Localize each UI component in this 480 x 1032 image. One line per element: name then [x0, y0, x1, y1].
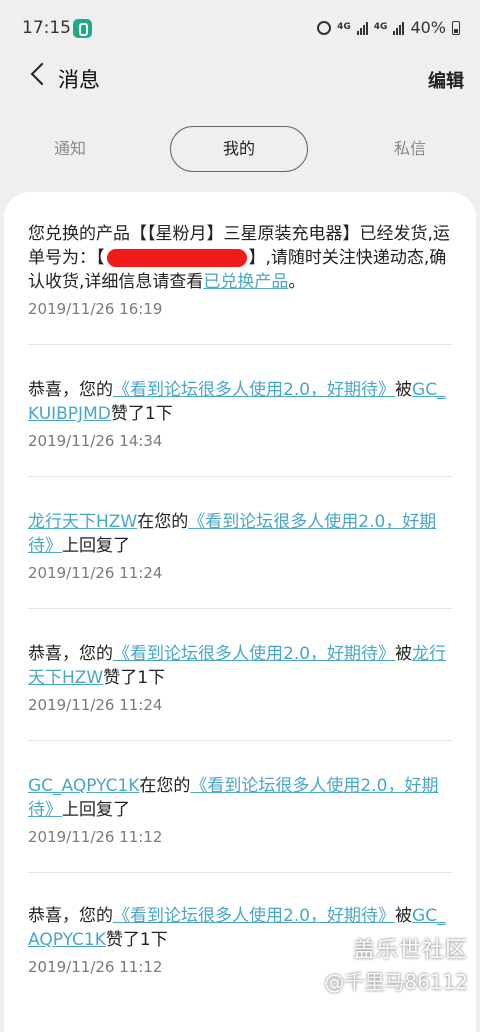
alarm-icon — [317, 20, 332, 35]
message-text-part: 被 — [395, 906, 413, 926]
network-type-label-2: 4G — [373, 22, 388, 32]
list-item: 恭喜，您的《看到论坛很多人使用2.0，好期待》被GC_KUIBPJMD赞了1下 … — [28, 378, 452, 450]
message-time: 2019/11/26 16:19 — [28, 300, 163, 318]
status-bar: 17:15 4G 4G 40% — [0, 0, 480, 58]
message-text: 恭喜，您的《看到论坛很多人使用2.0，好期待》被龙行天下HZW赞了1下 — [28, 642, 452, 690]
message-text-part: 赞了1下 — [110, 404, 173, 424]
user-link[interactable]: GC_AQPYC1K — [28, 776, 139, 796]
redeemed-products-link[interactable]: 已兑换产品 — [203, 272, 288, 292]
message-text: 您兑换的产品【【星粉月】三星原装充电器】已经发货,运单号为：【 】,请随时关注快递… — [28, 222, 452, 294]
divider — [28, 476, 452, 477]
tab-notifications[interactable]: 通知 — [20, 126, 120, 172]
tab-bar: 通知 我的 私信 — [0, 126, 480, 172]
message-text-part: 被 — [395, 380, 413, 400]
message-text-part: 恭喜，您的 — [28, 906, 113, 926]
message-text: GC_AQPYC1K在您的《看到论坛很多人使用2.0，好期待》上回复了 — [28, 774, 452, 822]
list-item: 您兑换的产品【【星粉月】三星原装充电器】已经发货,运单号为：【 】,请随时关注快递… — [28, 222, 452, 318]
tab-private-messages[interactable]: 私信 — [360, 126, 460, 172]
status-time: 17:15 — [22, 18, 71, 38]
message-text-part: 。 — [288, 272, 306, 292]
back-button[interactable] — [12, 58, 54, 98]
page-title: 消息 — [58, 68, 100, 92]
app-notification-icon — [73, 19, 92, 38]
list-item: 龙行天下HZW在您的《看到论坛很多人使用2.0，好期待》上回复了 2019/11… — [28, 510, 452, 582]
message-text-part: 在您的 — [137, 512, 189, 532]
message-time: 2019/11/26 11:24 — [28, 696, 163, 714]
message-text: 龙行天下HZW在您的《看到论坛很多人使用2.0，好期待》上回复了 — [28, 510, 452, 558]
message-text-part: 恭喜，您的 — [28, 380, 113, 400]
message-list: 您兑换的产品【【星粉月】三星原装充电器】已经发货,运单号为：【 】,请随时关注快递… — [4, 192, 476, 1032]
user-link[interactable]: 龙行天下HZW — [28, 512, 137, 532]
network-type-label: 4G — [337, 22, 351, 32]
message-text-part: 赞了1下 — [103, 668, 166, 688]
message-text-part: 上回复了 — [62, 536, 130, 556]
post-title-link[interactable]: 《看到论坛很多人使用2.0，好期待》 — [113, 380, 395, 400]
battery-icon — [452, 20, 460, 35]
divider — [28, 872, 452, 873]
app-header: 消息 编辑 — [0, 58, 480, 98]
signal-icon-2 — [393, 21, 405, 35]
tab-mine[interactable]: 我的 — [170, 126, 308, 172]
message-text-part: 上回复了 — [62, 800, 130, 820]
battery-percent: 40% — [410, 18, 446, 37]
divider — [28, 608, 452, 609]
message-text-part: 被 — [395, 644, 413, 664]
message-time: 2019/11/26 14:34 — [28, 432, 163, 450]
message-text: 恭喜，您的《看到论坛很多人使用2.0，好期待》被GC_KUIBPJMD赞了1下 — [28, 378, 452, 426]
list-item: GC_AQPYC1K在您的《看到论坛很多人使用2.0，好期待》上回复了 2019… — [28, 774, 452, 846]
chevron-left-icon — [30, 62, 54, 86]
post-title-link[interactable]: 《看到论坛很多人使用2.0，好期待》 — [113, 906, 395, 926]
message-time: 2019/11/26 11:12 — [28, 828, 163, 846]
edit-button[interactable]: 编辑 — [428, 67, 464, 93]
divider — [28, 740, 452, 741]
message-text-part: 在您的 — [139, 776, 191, 796]
watermark-user: @千里马86112 — [324, 970, 468, 994]
status-right: 4G 4G 40% — [317, 18, 460, 37]
watermark-site: 盖乐世社区 — [352, 938, 468, 963]
signal-icon — [356, 21, 368, 35]
post-title-link[interactable]: 《看到论坛很多人使用2.0，好期待》 — [113, 644, 395, 664]
divider — [28, 344, 452, 345]
redacted-tracking-number — [106, 249, 247, 267]
message-text-part: 赞了1下 — [105, 930, 168, 950]
message-text-part: 恭喜，您的 — [28, 644, 113, 664]
list-item: 恭喜，您的《看到论坛很多人使用2.0，好期待》被龙行天下HZW赞了1下 2019… — [28, 642, 452, 714]
message-time: 2019/11/26 11:24 — [28, 564, 163, 582]
